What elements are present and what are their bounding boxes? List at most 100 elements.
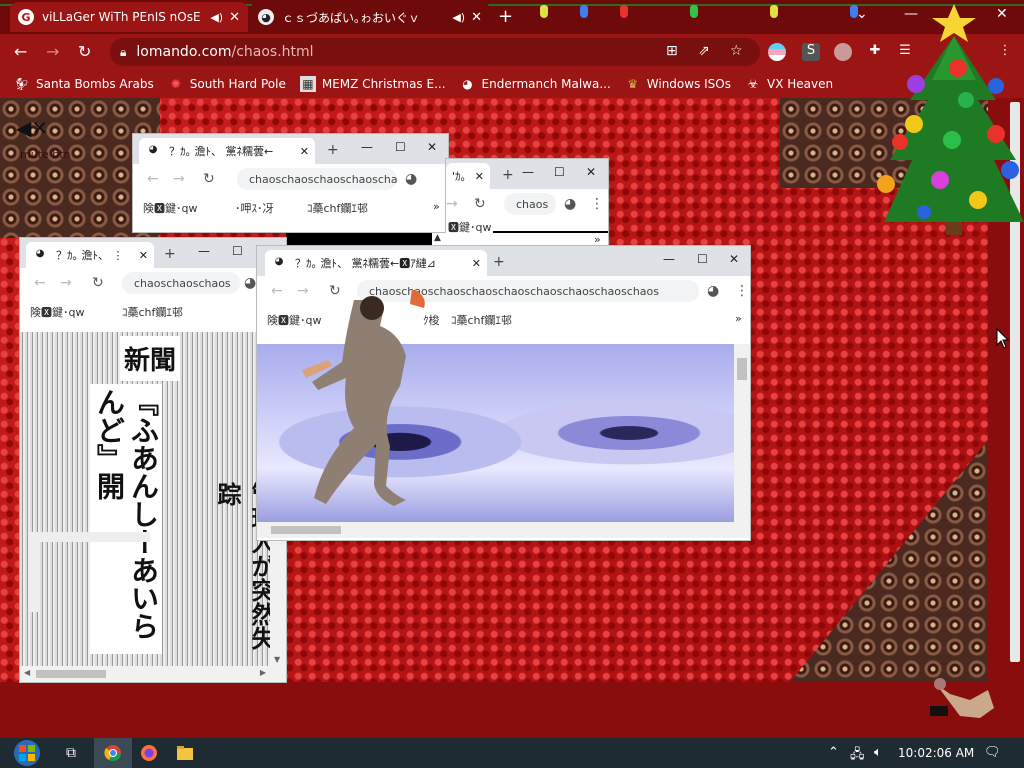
network-icon[interactable]: 🖧︎ bbox=[850, 745, 865, 767]
popup-bookmark[interactable]: ｺ蘽chf鑭ｴ邨 bbox=[451, 312, 512, 328]
popup-tab[interactable]: ◕ ？ｶ｡ 澹ﾄ、 黨ﾈ糯蕓← ✕ bbox=[139, 138, 315, 164]
bookmark-endermanch-malware[interactable]: ◕ Endermanch Malwa... bbox=[460, 76, 610, 92]
forward-icon[interactable]: → bbox=[446, 196, 458, 212]
bookmark-star-icon[interactable]: ☆ bbox=[730, 43, 743, 59]
notifications-icon[interactable]: 🗨︎ bbox=[984, 745, 1001, 760]
pride-extension-icon[interactable] bbox=[768, 43, 786, 61]
speaker-icon[interactable]: ◀) bbox=[210, 11, 223, 24]
new-tab-button[interactable]: + bbox=[164, 246, 176, 262]
close-tab-icon[interactable]: ✕ bbox=[300, 145, 309, 158]
bookmark-memz-christmas[interactable]: ▦ MEMZ Christmas E... bbox=[299, 76, 446, 92]
reload-icon[interactable]: ↻ bbox=[92, 275, 104, 291]
profile-extension-icon[interactable] bbox=[834, 43, 852, 61]
back-icon[interactable]: ← bbox=[34, 275, 46, 291]
menu-kebab-icon[interactable]: ⋮ bbox=[735, 283, 749, 299]
back-icon[interactable]: ← bbox=[271, 283, 283, 299]
newspaper-image: 新聞 『ふあんしーあいらんど』開 管理人が突然失踪 bbox=[20, 332, 270, 666]
start-button[interactable] bbox=[6, 738, 48, 768]
popup-bookmark[interactable]: 険🆇鍵･qw bbox=[30, 304, 84, 320]
close-tab-icon[interactable]: ✕ bbox=[475, 170, 484, 183]
maximize-icon[interactable]: ☐ bbox=[554, 165, 565, 179]
close-tab-icon[interactable]: ✕ bbox=[229, 10, 240, 25]
tray-chevron-icon[interactable]: ⌃ bbox=[828, 745, 839, 760]
s-extension-icon[interactable]: S bbox=[802, 43, 820, 61]
popup-tab[interactable]: ◕ ？ｶ｡ 澹ﾄ、 黨ﾈ糯蕓←🆇ｱ縺⊿ ✕ bbox=[265, 250, 487, 276]
vertical-scrollbar[interactable] bbox=[734, 344, 750, 522]
chevron-more-icon[interactable]: » bbox=[735, 312, 742, 325]
url-host: lomando.com bbox=[136, 44, 232, 60]
popup-window-c[interactable]: ◕ ？ｶ｡ 澹ﾄ、 ⋮ ✕ + — ☐ ⌄ ← → ↻ chaoschaosch… bbox=[20, 238, 286, 682]
new-tab-button[interactable]: + bbox=[498, 6, 513, 27]
minimize-icon[interactable]: — bbox=[198, 244, 210, 258]
popup-bookmark[interactable]: 険🆇鍵･qw bbox=[143, 200, 197, 216]
panda-extension-icon[interactable]: ◕ bbox=[707, 283, 719, 299]
maximize-icon[interactable]: ☐ bbox=[395, 140, 406, 154]
firefox-icon[interactable] bbox=[130, 738, 168, 768]
windows-taskbar: ⧉ ⌃ 🖧︎ 🔈︎ 10:02:06 AM 🗨︎ bbox=[0, 738, 1024, 768]
close-window-icon[interactable]: ✕ bbox=[729, 252, 739, 266]
horizontal-scrollbar[interactable] bbox=[257, 522, 750, 538]
popup-tab[interactable]: ◕ ？ｶ｡ 澹ﾄ、 ⋮ ✕ bbox=[26, 242, 154, 268]
close-window-icon[interactable]: ✕ bbox=[427, 140, 437, 154]
panda-extension-icon[interactable]: ◕ bbox=[564, 196, 576, 212]
reload-icon[interactable]: ↻ bbox=[78, 42, 91, 61]
tab-title: viLLaGer WiTh PEnIS nOsE - bbox=[42, 10, 205, 24]
forward-icon[interactable]: → bbox=[60, 275, 72, 291]
new-tab-button[interactable]: + bbox=[327, 142, 339, 158]
bookmark-vx-heaven[interactable]: ☣ VX Heaven bbox=[745, 76, 833, 92]
panda-extension-icon[interactable]: ◕ bbox=[244, 275, 256, 291]
forward-icon[interactable]: → bbox=[173, 171, 185, 187]
speaker-icon[interactable]: ◀) bbox=[452, 11, 465, 24]
forward-icon[interactable]: → bbox=[46, 42, 59, 61]
minimize-icon[interactable]: — bbox=[361, 140, 373, 154]
chrome-icon[interactable] bbox=[94, 738, 132, 768]
popup-address-bar[interactable]: chaoschaoschaos bbox=[122, 272, 240, 294]
mute-button-label[interactable]: mute btn bbox=[20, 148, 71, 161]
minimize-icon[interactable]: — bbox=[663, 252, 675, 266]
new-tab-button[interactable]: + bbox=[502, 167, 514, 183]
popup-bookmark[interactable]: ･呷ｽ･冴 bbox=[235, 200, 274, 216]
task-view-icon[interactable]: ⧉ bbox=[52, 738, 90, 768]
maximize-icon[interactable]: ☐ bbox=[697, 252, 708, 266]
bookmark-santa-bombs-arabs[interactable]: 🐓︎ Santa Bombs Arabs bbox=[14, 76, 153, 92]
horizontal-scrollbar[interactable]: ◀ ▶ bbox=[20, 666, 286, 682]
new-tab-button[interactable]: + bbox=[493, 254, 505, 270]
share-icon[interactable]: ⇗ bbox=[698, 43, 710, 59]
translate-icon[interactable]: ⊞ bbox=[666, 43, 678, 59]
close-tab-icon[interactable]: ✕ bbox=[139, 249, 148, 262]
taskbar-clock[interactable]: 10:02:06 AM bbox=[898, 746, 974, 760]
gear-red-icon: ✺ bbox=[170, 77, 181, 91]
bookmark-south-hard-pole[interactable]: ✺ South Hard Pole bbox=[168, 76, 286, 92]
file-explorer-icon[interactable] bbox=[166, 738, 204, 768]
maximize-icon[interactable]: ☐ bbox=[232, 244, 243, 258]
chevron-more-icon[interactable]: » bbox=[433, 200, 440, 213]
back-icon[interactable]: ← bbox=[14, 42, 27, 61]
reload-icon[interactable]: ↻ bbox=[474, 196, 486, 212]
popup-window-a[interactable]: ◕ ？ｶ｡ 澹ﾄ、 黨ﾈ糯蕓← ✕ + — ☐ ✕ ← → ↻ chaoscha… bbox=[133, 134, 448, 232]
panda-icon: ◕ bbox=[148, 144, 158, 155]
browser-tab-1[interactable]: G viLLaGer WiTh PEnIS nOsE - ◀) ✕ bbox=[10, 2, 248, 32]
panda-extension-icon[interactable]: ◕ bbox=[405, 171, 417, 187]
address-bar[interactable]: 🔒︎ lomando.com/chaos.html ⊞ ⇗ ☆ bbox=[110, 38, 760, 66]
browser-tab-2[interactable]: ◕ ｃｓづあぱい｡ゎおいぐｖ ◀) ✕ bbox=[250, 2, 490, 32]
minimize-icon[interactable]: — bbox=[522, 165, 534, 179]
bookmark-windows-isos[interactable]: ♛ Windows ISOs bbox=[625, 76, 731, 92]
panda-icon: ◕ bbox=[35, 248, 45, 259]
speaker-mute-icon[interactable]: ◀✕ bbox=[16, 116, 48, 140]
popup-tab[interactable]: 'ｶ｡ ✕ bbox=[446, 163, 490, 189]
back-icon[interactable]: ← bbox=[147, 171, 159, 187]
lock-icon[interactable]: 🔒︎ bbox=[120, 45, 126, 60]
popup-bookmark[interactable]: ｺ蘽chf鑭ｴ邨 bbox=[122, 304, 183, 320]
volume-icon[interactable]: 🔈︎ bbox=[874, 745, 882, 760]
close-window-icon[interactable]: ✕ bbox=[586, 165, 596, 179]
popup-b-bookmark-strip: ▲» bbox=[432, 233, 608, 247]
popup-address-bar[interactable]: chaos bbox=[504, 193, 556, 215]
reload-icon[interactable]: ↻ bbox=[203, 171, 215, 187]
popup-address-bar[interactable]: chaoschaoschaoschaoschao bbox=[237, 168, 397, 190]
page-bottom-band bbox=[0, 682, 1024, 738]
biohazard-icon: ☣ bbox=[747, 77, 759, 91]
menu-kebab-icon[interactable]: ⋮ bbox=[590, 196, 604, 212]
close-tab-icon[interactable]: ✕ bbox=[471, 10, 482, 25]
popup-bookmark[interactable]: ｺ蘽chf鑭ｴ邨 bbox=[307, 200, 368, 216]
close-tab-icon[interactable]: ✕ bbox=[472, 257, 481, 270]
